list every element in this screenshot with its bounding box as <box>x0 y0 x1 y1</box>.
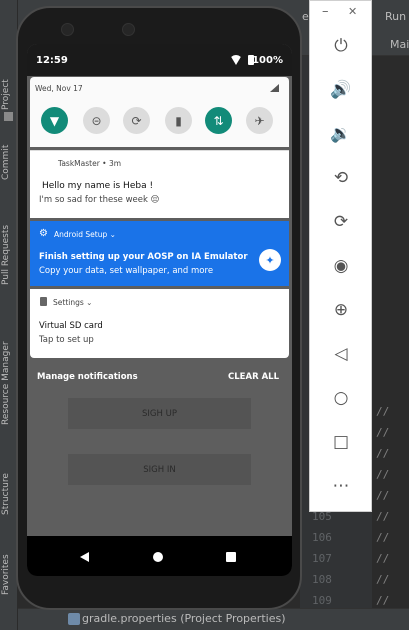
properties-file-icon <box>68 613 80 625</box>
volume-up-icon[interactable]: 🔊 <box>329 78 353 102</box>
line-number: 109 <box>312 594 332 607</box>
overview-icon[interactable]: □ <box>329 430 353 454</box>
notification-text: Copy your data, set wallpaper, and more <box>39 266 214 276</box>
code-comment: // <box>376 489 390 502</box>
battery-level: 100% <box>252 55 283 66</box>
line-number: 107 <box>312 552 332 565</box>
zoom-icon[interactable]: ⊕ <box>329 298 353 322</box>
power-icon[interactable]: ⏻ <box>329 34 353 58</box>
sd-card-icon <box>40 297 47 306</box>
more-icon[interactable]: ⋯ <box>329 474 353 498</box>
manage-notifications-link[interactable]: Manage notifications <box>37 372 138 382</box>
project-icon <box>4 112 13 121</box>
airplane-mode-icon[interactable]: ✈ <box>246 107 273 134</box>
notification-title: Virtual SD card <box>39 321 103 331</box>
status-time: 12:59 <box>36 55 68 66</box>
volume-down-icon[interactable]: 🔉 <box>329 122 353 146</box>
notification-android-setup[interactable]: ⚙ Android Setup ⌄ Finish setting up your… <box>30 221 289 286</box>
sign-in-button[interactable]: SIGH IN <box>68 454 251 485</box>
android-status-bar: 12:59 100% <box>27 44 292 76</box>
minimize-icon[interactable]: – <box>322 4 329 19</box>
recents-icon[interactable] <box>226 552 236 562</box>
magic-wand-icon[interactable]: ✦ <box>259 249 281 271</box>
rotate-right-icon[interactable]: ⟳ <box>329 210 353 234</box>
notification-text: Tap to set up <box>39 335 94 345</box>
battery-saver-icon[interactable]: ▮ <box>165 107 192 134</box>
side-tab-pull-requests[interactable]: Pull Requests <box>1 215 17 285</box>
proximity-sensor <box>122 23 135 36</box>
clear-all-button[interactable]: CLEAR ALL <box>228 372 279 382</box>
code-comment: // <box>376 531 390 544</box>
notification-title: Finish setting up your AOSP on IA Emulat… <box>39 252 248 262</box>
status-file-name[interactable]: gradle.properties (Project Properties) <box>82 612 286 625</box>
code-comment: // <box>376 426 390 439</box>
wifi-status-icon <box>230 55 242 65</box>
rotate-left-icon[interactable]: ⟲ <box>329 166 353 190</box>
line-number: 106 <box>312 531 332 544</box>
home-icon[interactable]: ○ <box>329 386 353 410</box>
ide-tab-right[interactable]: Mai <box>390 38 409 51</box>
side-tab-commit[interactable]: Commit <box>1 140 17 180</box>
do-not-disturb-icon[interactable]: ⊝ <box>83 107 110 134</box>
side-tab-project[interactable]: Project <box>1 60 17 110</box>
notification-text: I'm so sad for these week 😔 <box>39 195 160 205</box>
home-icon[interactable] <box>153 552 163 562</box>
code-comment: // <box>376 594 390 607</box>
qs-date: Wed, Nov 17 <box>35 84 83 93</box>
code-comment: // <box>376 468 390 481</box>
code-comment: // <box>376 405 390 418</box>
back-icon[interactable] <box>80 552 89 562</box>
android-nav-bar <box>27 536 292 576</box>
side-tab-favorites[interactable]: Favorites <box>1 545 17 595</box>
notification-settings[interactable]: Settings ⌄ Virtual SD card Tap to set up <box>30 289 289 358</box>
code-comment: // <box>376 510 390 523</box>
phone-screen: 12:59 100% Wed, Nov 17 ▼ ⊝ ⟳ ▮ ⇅ ✈ TaskM… <box>27 44 292 576</box>
run-menu[interactable]: Run <box>385 10 406 23</box>
side-tab-resource-manager[interactable]: Resource Manager <box>1 330 17 425</box>
front-camera <box>61 23 74 36</box>
mobile-data-icon[interactable]: ⇅ <box>205 107 232 134</box>
quick-settings-panel: Wed, Nov 17 ▼ ⊝ ⟳ ▮ ⇅ ✈ <box>30 77 289 147</box>
notification-app-name: TaskMaster • 3m <box>58 159 122 168</box>
cell-signal-icon <box>270 84 279 92</box>
sign-up-button[interactable]: SIGH UP <box>68 398 251 429</box>
emulator-control-panel: – ✕ ⏻ 🔊 🔉 ⟲ ⟳ ◉ ⊕ ◁ ○ □ ⋯ <box>309 0 372 512</box>
code-comment: // <box>376 573 390 586</box>
side-tab-structure[interactable]: Structure <box>1 460 17 515</box>
auto-rotate-icon[interactable]: ⟳ <box>123 107 150 134</box>
code-comment: // <box>376 552 390 565</box>
close-icon[interactable]: ✕ <box>348 5 357 18</box>
notification-taskmaster[interactable]: TaskMaster • 3m Hello my name is Heba ! … <box>30 150 289 218</box>
gear-icon: ⚙ <box>39 228 48 239</box>
code-comment: // <box>376 447 390 460</box>
back-icon[interactable]: ◁ <box>329 342 353 366</box>
wifi-icon[interactable]: ▼ <box>41 107 68 134</box>
line-number: 108 <box>312 573 332 586</box>
notification-app-name: Settings ⌄ <box>53 298 93 307</box>
notification-title: Hello my name is Heba ! <box>42 181 154 191</box>
camera-icon[interactable]: ◉ <box>329 254 353 278</box>
notification-app-name: Android Setup ⌄ <box>54 230 116 239</box>
